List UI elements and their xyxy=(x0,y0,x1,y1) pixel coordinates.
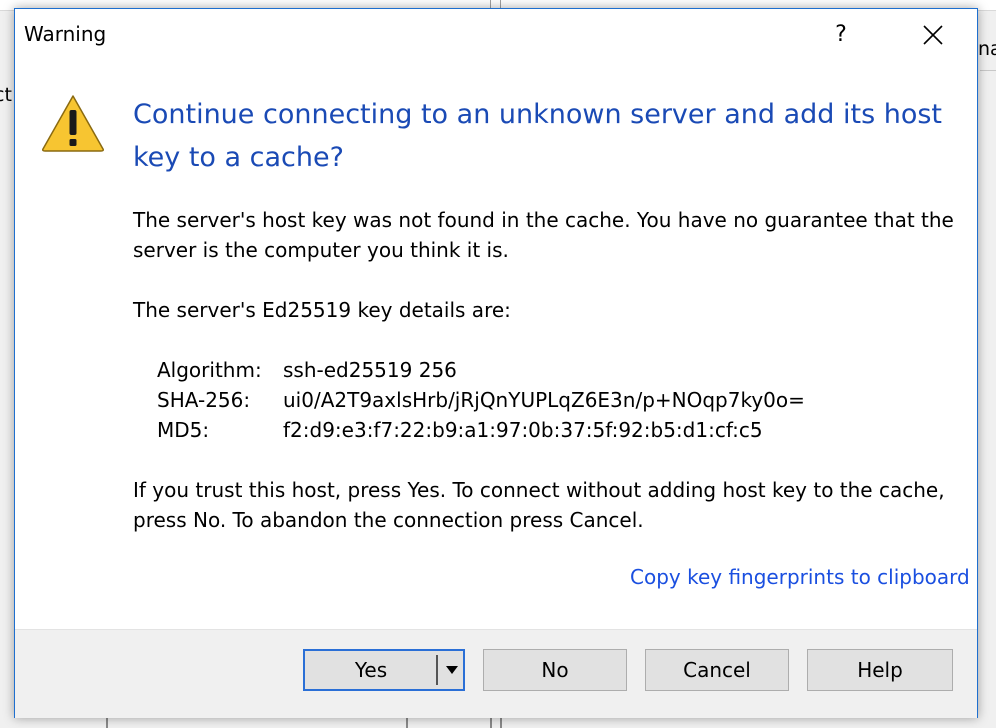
warning-triangle-icon xyxy=(42,95,104,152)
help-question-button[interactable]: ? xyxy=(821,15,861,55)
key-detail-value: f2:d9:e3:f7:22:b9:a1:97:0b:37:5f:92:b5:d… xyxy=(283,418,763,442)
key-detail-row: Algorithm: ssh-ed25519 256 xyxy=(157,355,805,385)
yes-dropdown-button[interactable] xyxy=(441,651,463,689)
key-detail-label: MD5: xyxy=(157,418,210,442)
dialog-titlebar[interactable]: Warning ? xyxy=(15,9,977,63)
key-detail-value: ssh-ed25519 256 xyxy=(283,358,457,382)
yes-button[interactable]: Yes xyxy=(305,658,437,682)
close-icon xyxy=(923,25,943,45)
no-button[interactable]: No xyxy=(483,649,627,691)
background-left-text: ct xyxy=(0,84,12,106)
dialog-title: Warning xyxy=(24,22,107,46)
triangle-down-icon xyxy=(446,666,458,674)
key-detail-row: MD5: f2:d9:e3:f7:22:b9:a1:97:0b:37:5f:92… xyxy=(157,415,805,445)
background-right-text: na xyxy=(978,38,996,60)
key-details-intro: The server's Ed25519 key details are: xyxy=(133,298,511,322)
background-divider xyxy=(980,70,996,71)
close-button[interactable] xyxy=(911,13,955,57)
key-details: Algorithm: ssh-ed25519 256 SHA-256: ui0/… xyxy=(157,355,805,445)
warning-dialog: Warning ? Continue connecting to an unkn… xyxy=(14,8,978,718)
copy-fingerprints-link[interactable]: Copy key fingerprints to clipboard xyxy=(630,565,970,589)
help-button[interactable]: Help xyxy=(807,649,953,691)
key-detail-label: Algorithm: xyxy=(157,358,262,382)
button-bar: Yes No Cancel Help xyxy=(15,629,977,718)
instructions-text: If you trust this host, press Yes. To co… xyxy=(133,478,945,532)
host-key-warning-text: The server's host key was not found in t… xyxy=(133,208,954,262)
key-detail-label: SHA-256: xyxy=(157,388,251,412)
split-separator xyxy=(436,655,438,685)
key-detail-value: ui0/A2T9axlsHrb/jRjQnYUPLqZ6E3n/p+NOqp7k… xyxy=(283,388,805,412)
yes-split-button[interactable]: Yes xyxy=(303,649,465,691)
dialog-heading: Continue connecting to an unknown server… xyxy=(133,99,943,173)
key-detail-row: SHA-256: ui0/A2T9axlsHrb/jRjQnYUPLqZ6E3n… xyxy=(157,385,805,415)
cancel-button[interactable]: Cancel xyxy=(645,649,789,691)
